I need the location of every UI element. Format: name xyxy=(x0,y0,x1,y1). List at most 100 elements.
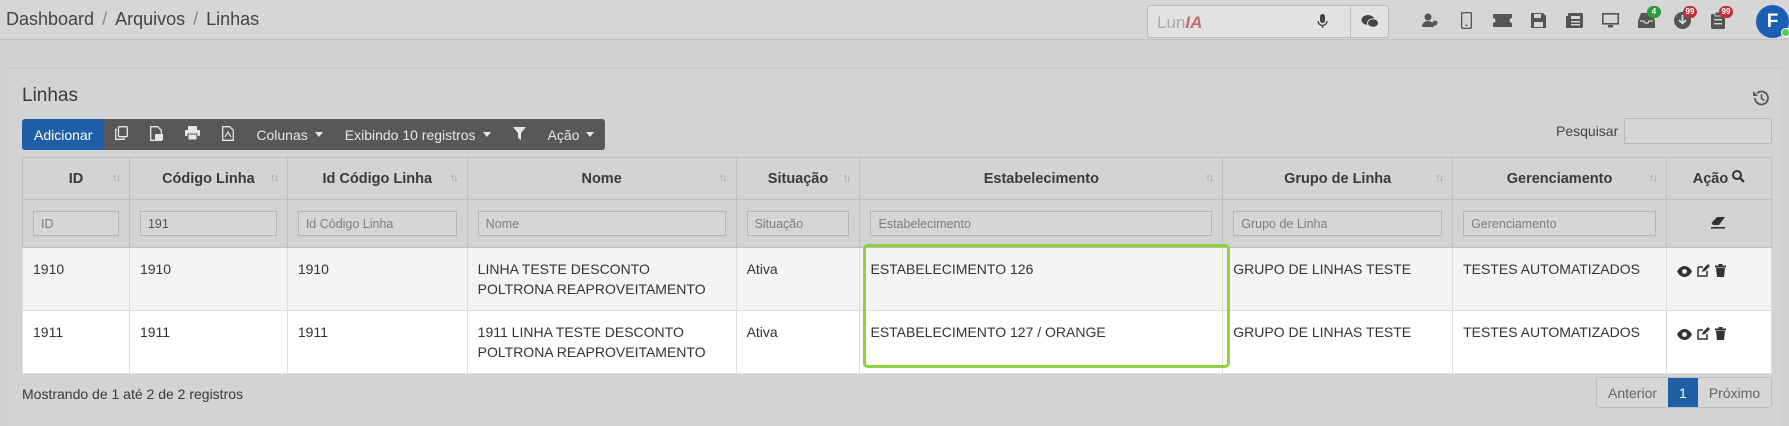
copy-icon xyxy=(115,126,129,143)
page-length-dropdown[interactable]: Exibindo 10 registros xyxy=(334,119,502,150)
cell-id: 1911 xyxy=(22,310,130,374)
table-toolbar: Adicionar Colunas Exibindo 10 registros … xyxy=(22,119,606,150)
column-header-estabelecimento[interactable]: Estabelecimento ↑↓ xyxy=(859,157,1224,200)
newspaper-icon[interactable] xyxy=(1556,8,1592,32)
header-row: ID ↑↓ Código Linha ↑↓ Id Código Linha ↑↓ No… xyxy=(22,157,1773,200)
clipboard-icon[interactable]: 99 xyxy=(1700,6,1736,32)
columns-label: Colunas xyxy=(256,126,308,143)
avatar[interactable]: F xyxy=(1756,5,1789,38)
column-header-id-codigo-linha[interactable]: Id Código Linha ↑↓ xyxy=(286,157,468,200)
edit-icon[interactable] xyxy=(1697,262,1710,282)
edit-icon[interactable] xyxy=(1697,325,1710,345)
column-header-codigo-linha[interactable]: Código Linha ↑↓ xyxy=(128,157,288,200)
ticket-icon[interactable] xyxy=(1484,8,1520,32)
search-label: Pesquisar xyxy=(1556,123,1619,139)
filter-icon xyxy=(512,126,526,143)
filter-input-estabelecimento[interactable] xyxy=(870,211,1213,236)
history-icon[interactable] xyxy=(1752,89,1770,112)
column-header-nome[interactable]: Nome ↑↓ xyxy=(466,157,737,200)
inbox-icon[interactable]: 4 xyxy=(1628,6,1664,32)
breadcrumb-separator: / xyxy=(102,9,108,29)
add-button[interactable]: Adicionar xyxy=(22,119,105,150)
pagination-prev-button[interactable]: Anterior xyxy=(1597,378,1669,407)
cell-id-codigo-linha: 1910 xyxy=(286,247,468,311)
sort-icon: ↑↓ xyxy=(1648,172,1658,184)
cell-gerenciamento: TESTES AUTOMATIZADOS xyxy=(1452,247,1667,311)
search-input[interactable] xyxy=(1624,118,1772,144)
inbox-badge: 4 xyxy=(1647,6,1661,18)
cell-grupo-linha: GRUPO DE LINHAS TESTE xyxy=(1222,310,1454,374)
export-pdf-button[interactable] xyxy=(211,119,245,150)
cell-id: 1910 xyxy=(22,247,130,311)
table-row[interactable]: 1911 1911 1911 1911 LINHA TESTE DESCONTO… xyxy=(22,310,1773,374)
cell-id-codigo-linha: 1911 xyxy=(286,310,468,374)
filter-input-gerenciamento[interactable] xyxy=(1463,211,1656,236)
filter-input-nome[interactable] xyxy=(477,211,726,236)
action-label: Ação xyxy=(547,126,580,143)
sort-icon: ↑↓ xyxy=(269,172,279,184)
export-csv-button[interactable] xyxy=(139,119,174,150)
eraser-icon[interactable] xyxy=(1711,216,1726,232)
breadcrumb-linhas: Linhas xyxy=(206,9,260,29)
sort-icon: ↑↓ xyxy=(449,172,459,184)
breadcrumb-separator: / xyxy=(193,9,199,29)
save-icon[interactable] xyxy=(1520,8,1556,32)
clipboard-badge: 99 xyxy=(1719,6,1733,18)
pagination-page-button[interactable]: 1 xyxy=(1668,378,1698,407)
online-status-dot xyxy=(1781,28,1789,37)
cell-grupo-linha: GRUPO DE LINHAS TESTE xyxy=(1222,247,1454,311)
column-header-acao: Ação xyxy=(1665,157,1773,200)
cell-nome: LINHA TESTE DESCONTO POLTRONA REAPROVEIT… xyxy=(466,247,737,311)
column-header-situacao[interactable]: Situação ↑↓ xyxy=(735,157,861,200)
sort-icon: ↑↓ xyxy=(111,172,121,184)
assistant-placeholder: LunIA xyxy=(1157,13,1203,32)
microphone-icon[interactable] xyxy=(1317,14,1328,34)
table-row[interactable]: 1910 1910 1910 LINHA TESTE DESCONTO POLT… xyxy=(22,247,1773,311)
table-info: Mostrando de 1 até 2 de 2 registros xyxy=(22,386,244,402)
filter-input-codigo-linha[interactable] xyxy=(139,211,277,236)
sort-icon: ↑↓ xyxy=(718,172,728,184)
cell-estabelecimento: ESTABELECIMENTO 126 xyxy=(859,247,1224,311)
lines-table: ID ↑↓ Código Linha ↑↓ Id Código Linha ↑↓ No… xyxy=(22,157,1773,374)
breadcrumb: Dashboard / Arquivos / Linhas xyxy=(6,9,259,30)
sort-icon: ↑↓ xyxy=(1205,172,1214,184)
pagination: Anterior 1 Próximo xyxy=(1596,377,1773,408)
download-icon[interactable]: 99 xyxy=(1664,6,1700,32)
breadcrumb-dashboard[interactable]: Dashboard xyxy=(6,9,94,30)
column-header-id[interactable]: ID ↑↓ xyxy=(22,157,130,200)
print-button[interactable] xyxy=(174,119,211,150)
chevron-down-icon xyxy=(314,132,323,137)
chat-icon[interactable] xyxy=(1350,6,1388,37)
delete-icon[interactable] xyxy=(1714,325,1726,345)
filter-input-situacao[interactable] xyxy=(746,211,850,236)
search-icon[interactable] xyxy=(1732,170,1746,187)
cell-codigo-linha: 1910 xyxy=(128,247,288,311)
columns-dropdown[interactable]: Colunas xyxy=(245,119,333,150)
chevron-down-icon xyxy=(482,132,491,137)
column-header-gerenciamento[interactable]: Gerenciamento ↑↓ xyxy=(1452,157,1667,200)
breadcrumb-arquivos[interactable]: Arquivos xyxy=(115,9,185,30)
delete-icon[interactable] xyxy=(1714,262,1726,282)
user-settings-icon[interactable] xyxy=(1412,8,1448,32)
column-header-grupo-linha[interactable]: Grupo de Linha ↑↓ xyxy=(1222,157,1454,200)
file-pdf-icon xyxy=(222,125,235,144)
filter-input-id-codigo-linha[interactable] xyxy=(297,211,457,236)
cell-acoes xyxy=(1665,310,1773,374)
copy-button[interactable] xyxy=(104,119,139,150)
filter-input-grupo-linha[interactable] xyxy=(1233,211,1443,236)
filter-row xyxy=(22,199,1773,248)
filter-input-id[interactable] xyxy=(33,211,119,236)
assistant-input[interactable]: LunIA xyxy=(1147,5,1389,38)
filter-button[interactable] xyxy=(502,119,537,150)
pagination-next-button[interactable]: Próximo xyxy=(1697,378,1772,407)
view-icon[interactable] xyxy=(1676,325,1692,345)
monitor-icon[interactable] xyxy=(1592,8,1628,32)
download-badge: 99 xyxy=(1683,6,1697,18)
cell-situacao: Ativa xyxy=(735,310,861,374)
action-dropdown[interactable]: Ação xyxy=(537,119,606,150)
file-csv-icon xyxy=(150,125,164,144)
cell-gerenciamento: TESTES AUTOMATIZADOS xyxy=(1452,310,1667,374)
cell-nome: 1911 LINHA TESTE DESCONTO POLTRONA REAPR… xyxy=(466,310,737,374)
mobile-icon[interactable] xyxy=(1448,8,1484,32)
view-icon[interactable] xyxy=(1676,262,1692,282)
